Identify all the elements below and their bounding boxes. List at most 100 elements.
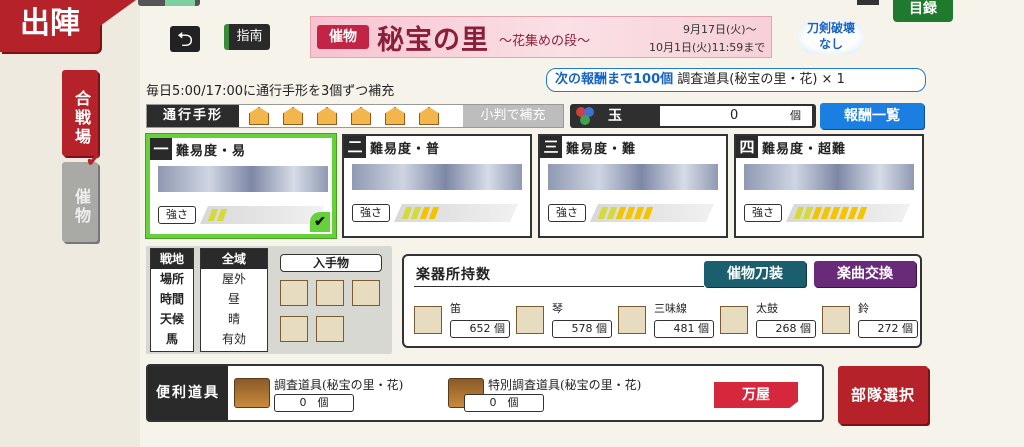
back-arrow-icon: ⮌ <box>176 27 194 51</box>
field-key: 場所 <box>159 272 184 286</box>
guide-button[interactable]: 指南 <box>224 24 270 50</box>
tool-count-unit: 個 <box>317 396 329 409</box>
field-values: 全域 屋外昼晴有効 <box>200 248 268 352</box>
field-conditions: 戦地 場所 時間 天候馬 全域 屋外昼晴有効 入手物 <box>146 246 392 354</box>
difficulty-image <box>158 166 328 192</box>
field-keys: 戦地 場所 時間 天候馬 <box>150 248 194 352</box>
tool-count: 0 個 <box>464 394 544 412</box>
instrument-name: 琴 <box>552 302 563 315</box>
tool-count-value: 0 <box>489 396 497 409</box>
catalog-button[interactable]: 目録 <box>893 0 953 22</box>
difficulty-title: 難易度・普 <box>370 142 441 157</box>
drop-flute-icon[interactable] <box>280 280 308 306</box>
tools-panel: 便利道具 調査道具(秘宝の里・花) 0 個 特別調査道具(秘宝の里・花) 0 個… <box>146 364 824 422</box>
strength-bar <box>200 206 324 224</box>
instrument-name: 太鼓 <box>756 302 778 315</box>
gem-icon <box>576 107 594 125</box>
tab-event[interactable]: 催物 <box>62 162 98 242</box>
tool-name: 特別調査道具(秘宝の里・花) <box>488 378 642 392</box>
menu-icon[interactable] <box>857 0 879 5</box>
field-key: 馬 <box>165 332 178 346</box>
difficulty-card[interactable]: 一難易度・易強さ ✔ <box>146 134 336 238</box>
sortie-title: 出陣 <box>0 0 100 52</box>
banner-date-end: 10月1日(火)11:59まで <box>649 41 766 54</box>
instrument-count: 578 個 <box>552 320 612 338</box>
no-break-badge: 刀剣破壊 なし <box>798 20 864 54</box>
instrument-title: 楽器所持数 <box>416 267 491 283</box>
difficulty-title: 難易度・難 <box>566 142 637 157</box>
tab-selected-check-icon: ✔ <box>86 150 102 171</box>
music-exchange-button[interactable]: 楽曲交換 <box>814 261 916 287</box>
back-button[interactable]: ⮌ <box>170 26 200 52</box>
gem-value-box: 0 個 <box>660 106 812 126</box>
pass-ticket-icon <box>283 107 303 125</box>
instrument-icon[interactable] <box>414 306 442 334</box>
instrument-icon[interactable] <box>822 306 850 334</box>
instrument-name: 笛 <box>450 302 461 315</box>
tool-count: 0 個 <box>274 394 354 412</box>
gem-unit: 個 <box>790 109 801 122</box>
difficulty-card[interactable]: 三難易度・難 強さ <box>538 134 728 238</box>
refill-with-koban-button[interactable]: 小判で補充 <box>463 105 563 127</box>
difficulty-image <box>744 164 914 190</box>
field-key: 天候 <box>159 312 184 326</box>
instrument-name: 鈴 <box>858 302 869 315</box>
pass-row: 通行手形 小判で補充 <box>146 104 564 128</box>
event-banner[interactable]: 催物 秘宝の里 〜花集めの段〜 9月17日(火)〜 10月1日(火)11:59ま… <box>310 16 772 58</box>
difficulty-card[interactable]: 四難易度・超難強さ <box>734 134 924 238</box>
instrument-icon[interactable] <box>720 306 748 334</box>
drop-bell-icon[interactable] <box>316 316 344 342</box>
field-value: 晴 <box>227 312 240 326</box>
pass-ticket-icon <box>385 107 405 125</box>
shop-button[interactable]: 万屋 <box>714 382 798 408</box>
tools-label: 便利道具 <box>148 366 228 420</box>
tool-name: 調査道具(秘宝の里・花) <box>274 378 404 392</box>
difficulty-card[interactable]: 二難易度・普 強さ <box>342 134 532 238</box>
banner-subtitle: 〜花集めの段〜 <box>499 34 591 49</box>
strength-label: 強さ <box>158 206 196 224</box>
event-equipment-button[interactable]: 催物刀装 <box>704 261 806 287</box>
instrument-icon[interactable] <box>516 306 544 334</box>
difficulty-number: 四 <box>736 136 758 158</box>
next-reward-count: 次の報酬まで100個 <box>555 72 674 87</box>
field-value: 屋外 <box>221 272 246 286</box>
instrument-count: 652 個 <box>450 320 510 338</box>
difficulty-image <box>352 164 522 190</box>
drops-label: 入手物 <box>280 254 382 272</box>
strength-bar <box>394 204 518 222</box>
banner-date-start: 9月17日(火)〜 <box>683 23 757 36</box>
strength-segment <box>217 209 227 221</box>
difficulty-title: 難易度・易 <box>176 144 247 159</box>
next-reward-box: 次の報酬まで100個 調査道具(秘宝の里・花) × 1 <box>546 68 926 92</box>
reward-list-button[interactable]: 報酬一覧 <box>820 103 924 129</box>
tool-count-unit: 個 <box>507 396 519 409</box>
field-key: 戦地 <box>151 249 193 269</box>
drop-shamisen-icon[interactable] <box>352 280 380 306</box>
field-value: 有効 <box>221 332 246 346</box>
drop-taiko-icon[interactable] <box>280 316 308 342</box>
strength-bar <box>786 204 910 222</box>
pass-ticket-icon <box>351 107 371 125</box>
strength-bar <box>590 204 714 222</box>
strength-segment <box>857 207 867 219</box>
no-break-text: 刀剣破壊 なし <box>806 21 855 51</box>
instrument-icon[interactable] <box>618 306 646 334</box>
pass-ticket-icon <box>249 107 269 125</box>
strength-segment <box>643 207 653 219</box>
difficulty-number: 三 <box>540 136 562 158</box>
instrument-count: 268 個 <box>756 320 816 338</box>
tab-battlefield[interactable]: 合戦場 <box>62 70 98 156</box>
selected-check-icon: ✔ <box>310 212 330 232</box>
tool-count-value: 0 <box>299 396 307 409</box>
unit-select-button[interactable]: 部隊選択 <box>838 366 928 424</box>
difficulty-title: 難易度・超難 <box>762 142 847 157</box>
difficulty-number: 一 <box>150 138 172 160</box>
instrument-panel: 楽器所持数 催物刀装 楽曲交換 笛 652 個 琴 578 個 三味線 481 個 太鼓 26… <box>402 254 922 348</box>
drop-koto-icon[interactable] <box>316 280 344 306</box>
field-value: 昼 <box>227 292 240 306</box>
sortie-title-flag <box>100 0 136 26</box>
banner-tag: 催物 <box>317 25 369 49</box>
pass-ticket-icon <box>317 107 337 125</box>
difficulty-number: 二 <box>344 136 366 158</box>
strength-label: 強さ <box>744 204 782 222</box>
